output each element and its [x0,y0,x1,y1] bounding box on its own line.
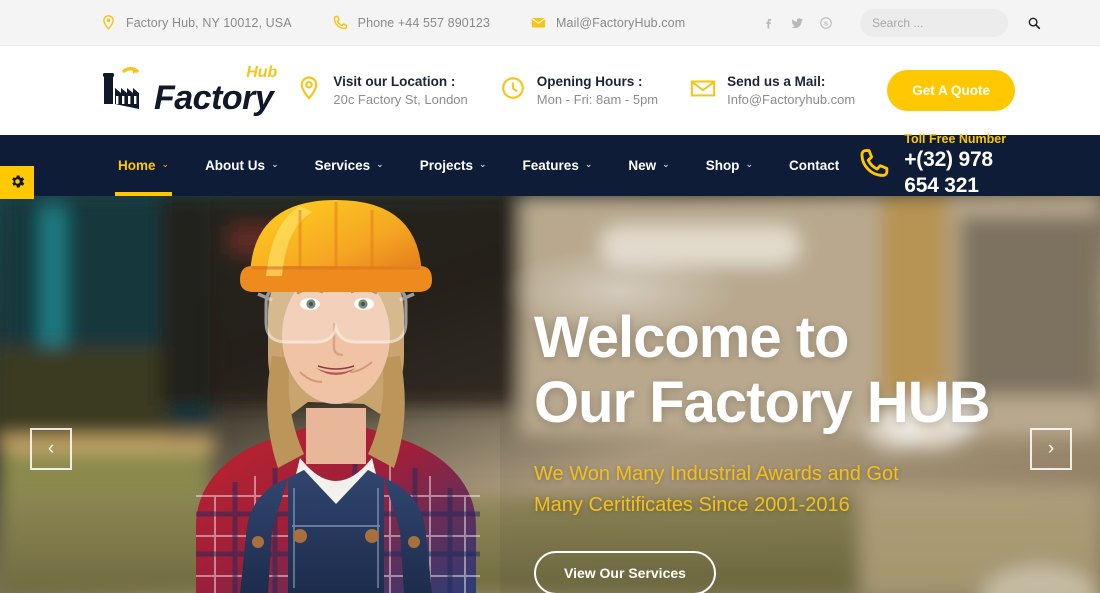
main-navigation: Home ⌄ About Us ⌄ Services ⌄ Projects ⌄ … [0,132,1100,197]
social-links: S [756,11,838,35]
nav-item-features[interactable]: Features ⌄ [505,135,611,196]
nav-item-new-label: New [628,158,657,173]
nav-items: Home ⌄ About Us ⌄ Services ⌄ Projects ⌄ … [100,135,857,196]
nav-item-home-label: Home [118,158,156,173]
header-info-mail: Send us a Mail: Info@Factoryhub.com [690,73,855,109]
topbar-item-address: Factory Hub, NY 10012, USA [100,14,292,31]
search-box[interactable] [860,8,1041,37]
header-info-mail-text: Send us a Mail: Info@Factoryhub.com [727,73,855,109]
header-info-location-text: Visit our Location : 20c Factory St, Lon… [333,73,467,109]
nav-item-about-us[interactable]: About Us ⌄ [187,135,297,196]
envelope-icon [690,75,716,106]
logo-sup-text: Hub [246,64,278,81]
chevron-down-icon: ⌄ [745,159,753,169]
site-header: Factory Hub Visit our Location : 20c Fac… [0,46,1100,135]
settings-gear-button[interactable] [0,166,34,199]
topbar-phone-text: Phone +44 557 890123 [357,15,490,30]
header-info-location-sub: 20c Factory St, London [333,91,468,107]
nav-item-services[interactable]: Services ⌄ [297,135,402,196]
nav-item-contact[interactable]: Contact [771,135,857,196]
clock-icon [500,75,526,106]
chevron-down-icon: ⌄ [584,159,593,169]
nav-item-features-label: Features [522,158,579,173]
nav-item-projects-label: Projects [419,158,473,173]
header-info-mail-title: Send us a Mail: [727,73,826,89]
hero-title-line-1: Welcome to [534,304,849,370]
topbar-item-phone: Phone +44 557 890123 [332,14,490,31]
toll-free-label: Toll Free Number [904,131,1007,146]
nav-item-shop[interactable]: Shop ⌄ [688,135,771,196]
twitter-icon[interactable] [785,11,809,35]
hero-title-line-2: Our Factory HUB [534,369,991,435]
topbar-item-mail: Mail@FactoryHub.com [530,14,685,31]
header-info-location: Visit our Location : 20c Factory St, Lon… [296,73,468,109]
svg-text:S: S [824,21,828,27]
toll-free-number: +(32) 978 654 321 [904,147,993,197]
toll-free-text: Toll Free Number +(32) 978 654 321 [904,132,1015,200]
logo-text: Factory [154,79,274,117]
phone-icon [857,146,891,185]
chevron-down-icon: ⌄ [376,159,384,169]
search-icon [1027,17,1041,33]
chevron-down-icon: ⌄ [479,159,487,169]
nav-item-about-us-label: About Us [205,158,266,173]
nav-item-contact-label: Contact [788,158,840,173]
header-info-location-title: Visit our Location : [333,73,456,89]
header-info-hours: Opening Hours : Mon - Fri: 8am - 5pm [500,73,658,109]
phone-icon [332,14,349,31]
location-pin-icon [100,14,117,31]
nav-item-services-label: Services [314,158,371,173]
header-info-hours-text: Opening Hours : Mon - Fri: 8am - 5pm [537,73,658,109]
slider-prev-button[interactable]: ‹ [30,428,72,470]
logo-text-wrap: Factory Hub [154,64,277,117]
header-info-mail-sub: Info@Factoryhub.com [727,91,856,107]
search-input[interactable] [872,15,1027,30]
nav-item-home[interactable]: Home ⌄ [100,135,187,196]
topbar-mail-text: Mail@FactoryHub.com [556,15,686,30]
chevron-down-icon: ⌄ [271,159,279,169]
chevron-down-icon: ⌄ [662,159,670,169]
facebook-icon[interactable] [756,11,780,35]
slider-next-button[interactable]: › [1030,428,1072,470]
skype-icon[interactable]: S [814,11,838,35]
gear-icon [9,173,26,193]
factory-icon [100,66,154,115]
logo[interactable]: Factory Hub [100,64,277,117]
nav-item-new[interactable]: New ⌄ [610,135,687,196]
topbar-address-text: Factory Hub, NY 10012, USA [126,15,292,30]
hero-slider: Welcome to Our Factory HUB We Won Many I… [0,196,1100,593]
get-a-quote-button[interactable]: Get A Quote [887,70,1015,111]
view-our-services-button[interactable]: View Our Services [534,551,716,593]
hero-content: Welcome to Our Factory HUB We Won Many I… [534,196,1054,593]
location-pin-icon [296,75,322,106]
nav-item-shop-label: Shop [705,158,740,173]
nav-item-projects[interactable]: Projects ⌄ [402,135,505,196]
toll-free-block[interactable]: Toll Free Number +(32) 978 654 321 [857,132,1015,200]
header-info-hours-sub: Mon - Fri: 8am - 5pm [536,91,659,107]
header-info-hours-title: Opening Hours : [536,73,643,89]
page-root: Factory Hub, NY 10012, USA Phone +44 557… [0,0,1100,593]
hero-title: Welcome to Our Factory HUB [534,304,1054,436]
top-bar: Factory Hub, NY 10012, USA Phone +44 557… [0,0,1100,46]
chevron-down-icon: ⌄ [161,159,170,169]
envelope-icon [530,14,547,31]
search-button[interactable] [1027,16,1041,30]
hero-subtitle: We Won Many Industrial Awards and Got Ma… [534,463,899,517]
